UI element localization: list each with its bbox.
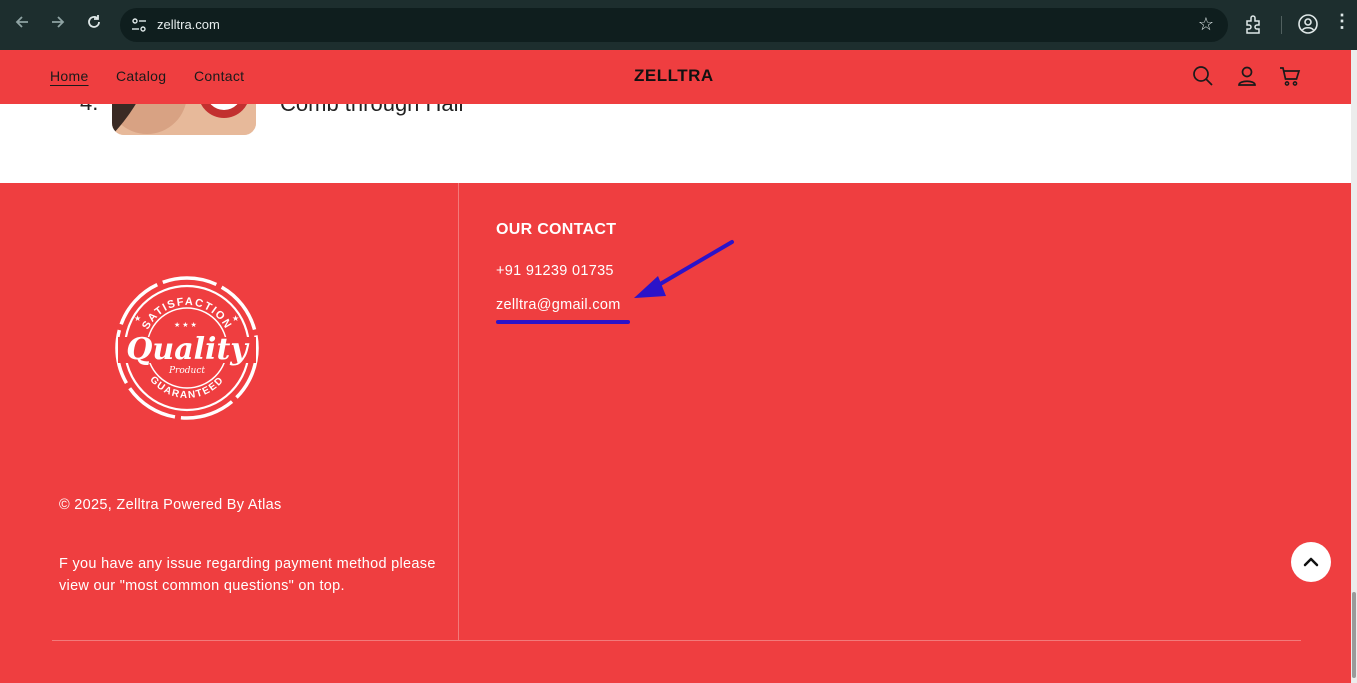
badge-sub-text: Product bbox=[168, 366, 205, 376]
step-list: 4. Comb through Hair bbox=[0, 104, 1351, 183]
nav-catalog[interactable]: Catalog bbox=[116, 68, 166, 84]
quality-badge: SATISFACTION GUARANTEED ★ ★ ★ ★ ★ Qualit… bbox=[115, 276, 259, 420]
footer-divider-horizontal bbox=[52, 640, 1301, 641]
step-text: Comb through Hair bbox=[280, 104, 466, 117]
payment-notice: F you have any issue regarding payment m… bbox=[59, 556, 436, 594]
annotation-arrow-icon bbox=[634, 240, 734, 298]
arrow-right-icon bbox=[52, 16, 65, 28]
address-bar[interactable]: zelltra.com ☆ bbox=[120, 8, 1228, 42]
account-icon[interactable] bbox=[1236, 65, 1258, 87]
site-footer: SATISFACTION GUARANTEED ★ ★ ★ ★ ★ Qualit… bbox=[0, 183, 1351, 683]
site-settings-icon[interactable] bbox=[130, 16, 148, 34]
star-icon[interactable]: ☆ bbox=[1198, 14, 1214, 35]
copyright-text: © 2025, Zelltra Powered By Atlas bbox=[59, 497, 282, 513]
chevron-up-icon bbox=[1303, 557, 1319, 567]
search-icon[interactable] bbox=[1192, 65, 1214, 87]
site-logo[interactable]: ZELLTRA bbox=[634, 66, 714, 86]
url-text[interactable]: zelltra.com bbox=[157, 17, 220, 32]
back-button[interactable] bbox=[9, 12, 35, 38]
reload-icon bbox=[88, 15, 100, 28]
reload-button[interactable] bbox=[81, 12, 107, 38]
footer-divider-vertical bbox=[458, 183, 459, 640]
browser-toolbar: zelltra.com ☆ ⋮ bbox=[0, 0, 1357, 50]
contact-heading: OUR CONTACT bbox=[496, 221, 617, 238]
puzzle-icon[interactable] bbox=[1243, 13, 1265, 35]
kebab-menu-icon[interactable]: ⋮ bbox=[1333, 11, 1351, 32]
profile-icon[interactable] bbox=[1297, 13, 1319, 35]
page-scrollbar[interactable] bbox=[1351, 50, 1357, 683]
svg-text:★: ★ bbox=[134, 314, 141, 323]
back-to-top-button[interactable] bbox=[1291, 542, 1331, 582]
nav-contact[interactable]: Contact bbox=[194, 68, 244, 84]
scrollbar-thumb[interactable] bbox=[1352, 592, 1356, 678]
step-number: 4. bbox=[80, 104, 98, 116]
nav-home[interactable]: Home bbox=[50, 68, 89, 84]
site-header: Home Catalog Contact ZELLTRA bbox=[0, 50, 1351, 104]
contact-phone[interactable]: +91 91239 01735 bbox=[496, 263, 614, 279]
arrow-left-icon bbox=[15, 16, 28, 28]
svg-text:★: ★ bbox=[232, 314, 239, 323]
annotation-underline bbox=[496, 320, 630, 324]
toolbar-separator bbox=[1281, 16, 1282, 34]
step-image bbox=[112, 104, 256, 135]
svg-text:★ ★ ★: ★ ★ ★ bbox=[174, 321, 197, 329]
badge-main-text: Quality bbox=[126, 332, 250, 367]
cart-icon[interactable] bbox=[1279, 65, 1301, 87]
contact-email[interactable]: zelltra@gmail.com bbox=[496, 297, 621, 313]
forward-button[interactable] bbox=[45, 12, 71, 38]
